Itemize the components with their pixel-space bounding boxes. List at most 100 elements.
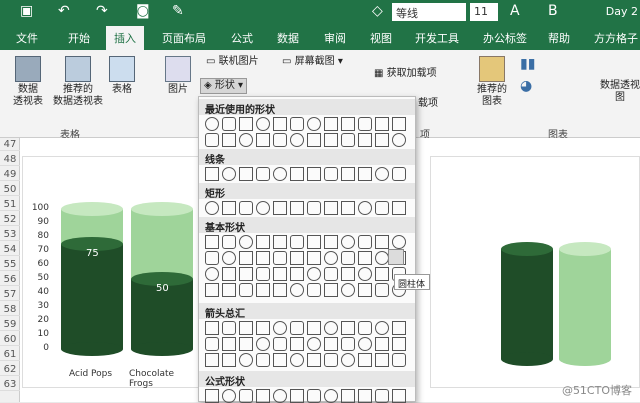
row-header[interactable]: 63: [0, 378, 20, 391]
shape-option[interactable]: [273, 251, 287, 265]
pivot-table-button[interactable]: 数据 透视表: [8, 56, 48, 108]
shape-option[interactable]: [256, 321, 270, 335]
shape-option[interactable]: [273, 389, 287, 403]
save-icon[interactable]: ▣: [20, 3, 33, 19]
shape-option[interactable]: [273, 337, 287, 351]
shape-option[interactable]: [239, 389, 253, 403]
shape-option[interactable]: [324, 321, 338, 335]
shape-option[interactable]: [358, 201, 372, 215]
shape-option[interactable]: [358, 389, 372, 403]
shape-option[interactable]: [375, 353, 389, 367]
row-header[interactable]: 62: [0, 363, 20, 376]
row-header[interactable]: 48: [0, 153, 20, 166]
shape-option[interactable]: [205, 251, 219, 265]
shape-option[interactable]: [375, 337, 389, 351]
shape-option[interactable]: [307, 267, 321, 281]
shape-option[interactable]: [324, 251, 338, 265]
shape-option[interactable]: [290, 235, 304, 249]
fill-color-icon[interactable]: ◇: [372, 3, 383, 19]
shape-option[interactable]: [256, 133, 270, 147]
shape-option[interactable]: [256, 337, 270, 351]
shape-option[interactable]: [392, 133, 406, 147]
shape-option[interactable]: [341, 389, 355, 403]
shape-option[interactable]: [392, 389, 406, 403]
tab-home[interactable]: 开始: [68, 30, 90, 46]
tab-formulas[interactable]: 公式: [231, 30, 253, 46]
font-color-icon[interactable]: A: [510, 3, 520, 19]
shape-option[interactable]: [324, 353, 338, 367]
shape-option[interactable]: [358, 283, 372, 297]
tab-review[interactable]: 审阅: [324, 30, 346, 46]
shape-option[interactable]: [392, 235, 406, 249]
shape-option[interactable]: [205, 117, 219, 131]
shape-option[interactable]: [341, 167, 355, 181]
shape-option[interactable]: [222, 133, 236, 147]
shape-option[interactable]: [205, 321, 219, 335]
shape-option[interactable]: [392, 337, 406, 351]
shape-option[interactable]: [239, 167, 253, 181]
shape-option[interactable]: [307, 283, 321, 297]
recommended-chart-button[interactable]: 推荐的 图表: [474, 56, 510, 108]
shape-option[interactable]: [358, 353, 372, 367]
shape-option[interactable]: [307, 167, 321, 181]
font-size-select[interactable]: 11: [470, 3, 498, 21]
row-header[interactable]: 58: [0, 303, 20, 316]
shape-option[interactable]: [205, 337, 219, 351]
row-header[interactable]: 55: [0, 258, 20, 271]
shape-option[interactable]: [290, 167, 304, 181]
shape-option[interactable]: [205, 167, 219, 181]
shape-option[interactable]: [290, 321, 304, 335]
shape-option[interactable]: [392, 353, 406, 367]
row-header[interactable]: 49: [0, 168, 20, 181]
shape-option[interactable]: [205, 235, 219, 249]
tab-developer[interactable]: 开发工具: [415, 30, 459, 46]
camera-icon[interactable]: ◙: [136, 3, 150, 19]
shape-option[interactable]: [341, 267, 355, 281]
shape-option[interactable]: [307, 337, 321, 351]
shape-option[interactable]: [375, 201, 389, 215]
shape-option[interactable]: [358, 321, 372, 335]
row-header[interactable]: 56: [0, 273, 20, 286]
shape-option[interactable]: [375, 283, 389, 297]
shape-option[interactable]: [222, 389, 236, 403]
shape-option[interactable]: [341, 337, 355, 351]
shape-option[interactable]: [273, 167, 287, 181]
shape-option[interactable]: [341, 251, 355, 265]
shape-option[interactable]: [205, 201, 219, 215]
row-header[interactable]: 53: [0, 228, 20, 241]
shape-option[interactable]: [341, 201, 355, 215]
shape-option[interactable]: [205, 353, 219, 367]
shape-option[interactable]: [341, 117, 355, 131]
shape-option[interactable]: [256, 235, 270, 249]
tab-view[interactable]: 视图: [370, 30, 392, 46]
row-header[interactable]: 50: [0, 183, 20, 196]
shape-option[interactable]: [239, 337, 253, 351]
shape-option[interactable]: [239, 321, 253, 335]
shape-option[interactable]: [375, 251, 389, 265]
shapes-dropdown[interactable]: 最近使用的形状 线条 矩形 基本形状 箭头总汇 公式形状: [198, 96, 416, 403]
shape-option[interactable]: [290, 283, 304, 297]
undo-icon[interactable]: ↶: [58, 3, 70, 19]
shape-option[interactable]: [290, 353, 304, 367]
row-header[interactable]: 61: [0, 348, 20, 361]
shape-option[interactable]: [256, 389, 270, 403]
shape-option[interactable]: [307, 321, 321, 335]
tab-data[interactable]: 数据: [277, 30, 299, 46]
shape-option[interactable]: [239, 133, 253, 147]
shape-option[interactable]: [239, 201, 253, 215]
row-header[interactable]: 54: [0, 243, 20, 256]
recommended-pivot-button[interactable]: 推荐的 数据透视表: [50, 56, 106, 108]
shape-option[interactable]: [324, 283, 338, 297]
table-button[interactable]: 表格: [108, 56, 136, 96]
bar-cylinder[interactable]: [131, 202, 193, 356]
pie-chart-icon[interactable]: ◕: [520, 79, 532, 93]
shape-option[interactable]: [256, 201, 270, 215]
tab-help[interactable]: 帮助: [548, 30, 570, 46]
shape-option[interactable]: [341, 283, 355, 297]
tab-office-tab[interactable]: 办公标签: [483, 30, 527, 46]
row-header[interactable]: 59: [0, 318, 20, 331]
shape-option[interactable]: [358, 235, 372, 249]
shape-option[interactable]: [205, 267, 219, 281]
shape-option[interactable]: [222, 201, 236, 215]
screenshot-button[interactable]: ▭ 屏幕截图 ▾: [282, 56, 343, 68]
